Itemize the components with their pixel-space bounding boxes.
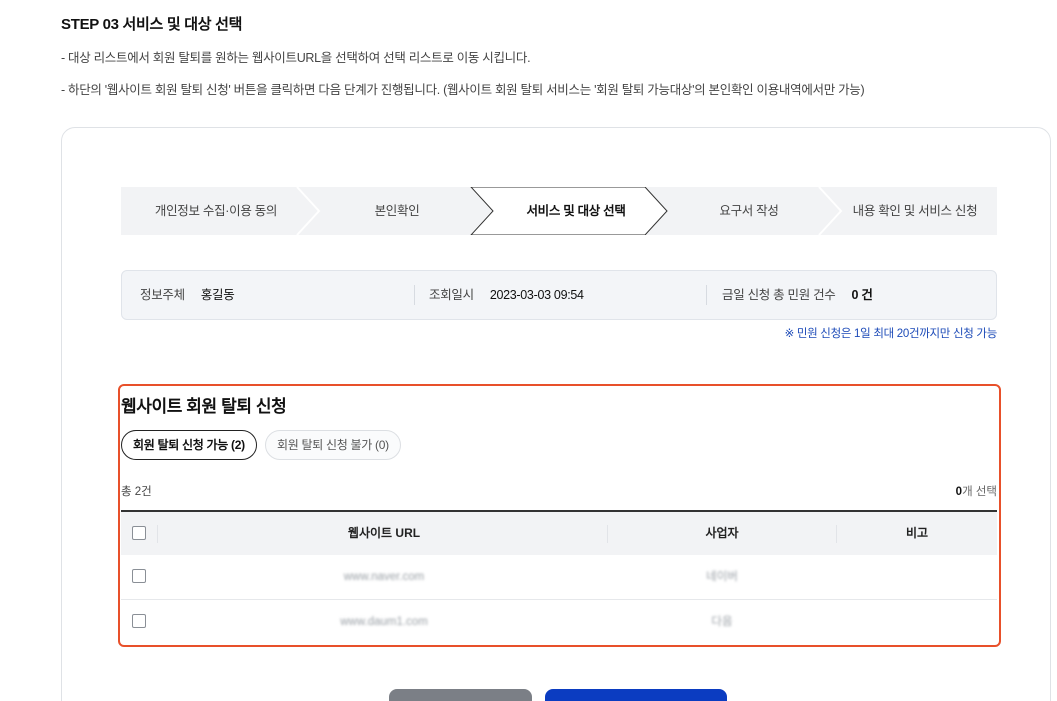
table-row: www.daum1.com 다음 xyxy=(121,600,997,645)
total-count: 총 2건 xyxy=(121,486,152,498)
info-divider xyxy=(706,285,707,305)
subject-info: 정보주체 홍길동 xyxy=(140,271,235,319)
table-row: www.naver.com 네이버 xyxy=(121,555,997,600)
step-progress-bar: 개인정보 수집·이용 동의 본인확인 서비스 및 대상 선택 요구서 작성 내용… xyxy=(121,187,997,235)
subject-value: 홍길동 xyxy=(200,288,235,302)
table-header: 웹사이트 URL 사업자 비고 xyxy=(121,510,997,555)
row-company: 네이버 xyxy=(706,571,738,583)
subject-info-box: 정보주체 홍길동 조회일시 2023-03-03 09:54 금일 신청 총 민원 … xyxy=(121,270,997,320)
subject-label: 정보주체 xyxy=(140,288,185,302)
tab-withdrawal-available[interactable]: 회원 탈퇴 신청 가능 (2) xyxy=(121,430,257,460)
lookup-time-info: 조회일시 2023-03-03 09:54 xyxy=(429,271,584,319)
request-count-info: 금일 신청 총 민원 건수 0 건 xyxy=(722,271,873,319)
column-website-url: 웹사이트 URL xyxy=(347,526,421,540)
column-company: 사업자 xyxy=(705,526,739,540)
select-all-checkbox[interactable] xyxy=(132,526,146,540)
description-line-2: - 하단의 '웹사이트 회원 탈퇴 신청' 버튼을 클릭하면 다음 단계가 진행… xyxy=(61,83,865,97)
step-service-select: 서비스 및 대상 선택 xyxy=(526,204,626,218)
section-title: 웹사이트 회원 탈퇴 신청 xyxy=(121,397,287,416)
selected-count: 0개 선택 xyxy=(956,483,997,499)
lookup-time-label: 조회일시 xyxy=(429,288,474,302)
row-checkbox[interactable] xyxy=(132,614,146,628)
request-count-label: 금일 신청 총 민원 건수 xyxy=(722,288,836,302)
daily-limit-notice: ※ 민원 신청은 1일 최대 20건까지만 신청 가능 xyxy=(784,328,998,340)
row-checkbox[interactable] xyxy=(132,569,146,583)
step-title: STEP 03 서비스 및 대상 선택 xyxy=(61,16,243,33)
lookup-time-value: 2023-03-03 09:54 xyxy=(489,288,584,302)
step-request-form: 요구서 작성 xyxy=(719,204,779,218)
info-divider xyxy=(414,285,415,305)
step-consent: 개인정보 수집·이용 동의 xyxy=(154,204,278,218)
step-confirm-apply: 내용 확인 및 서비스 신청 xyxy=(852,204,978,218)
selected-count-suffix: 개 선택 xyxy=(962,486,997,498)
step-identity: 본인확인 xyxy=(374,204,420,218)
row-url: www.daum1.com xyxy=(340,616,428,628)
row-url: www.naver.com xyxy=(343,571,425,583)
row-company: 다음 xyxy=(711,616,733,628)
previous-button[interactable] xyxy=(389,689,532,701)
apply-withdrawal-button[interactable] xyxy=(545,689,727,701)
column-note: 비고 xyxy=(905,526,929,540)
description-line-1: - 대상 리스트에서 회원 탈퇴를 원하는 웹사이트URL을 선택하여 선택 리… xyxy=(61,51,531,65)
request-count-value: 0 건 xyxy=(851,288,873,302)
tab-withdrawal-unavailable[interactable]: 회원 탈퇴 신청 불가 (0) xyxy=(265,430,401,460)
header-separator xyxy=(157,525,158,543)
